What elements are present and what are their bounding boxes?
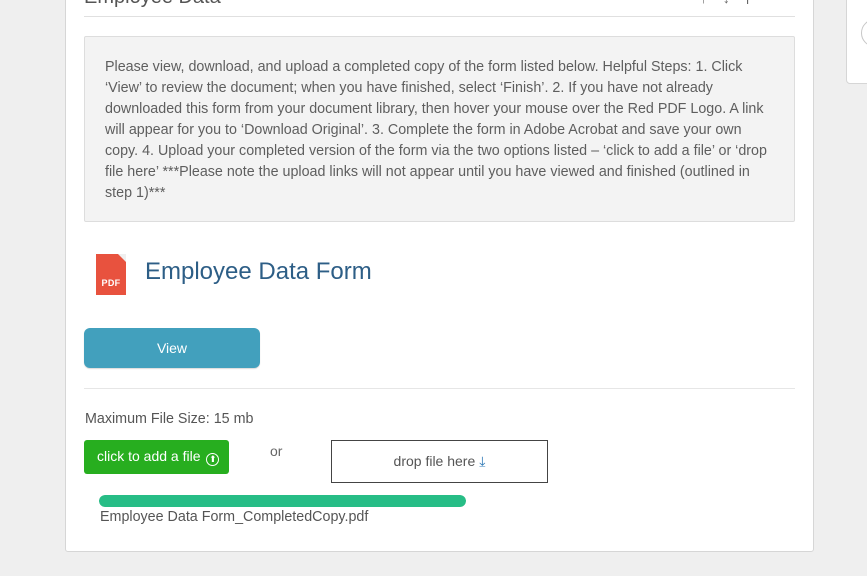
- form-title: Employee Data Form: [145, 258, 372, 285]
- section-divider: [84, 388, 795, 389]
- pdf-icon-label: PDF: [101, 278, 121, 288]
- download-icon: ⤓: [479, 453, 486, 469]
- pdf-icon[interactable]: PDF: [96, 254, 126, 295]
- section-title: Employee Data: [84, 0, 221, 9]
- instructions-box: Please view, download, and upload a comp…: [84, 36, 795, 222]
- header-divider: [84, 16, 795, 17]
- side-panel: [846, 0, 867, 84]
- instructions-text: Please view, download, and upload a comp…: [105, 59, 767, 201]
- add-file-label: click to add a file: [97, 448, 201, 464]
- header-controls[interactable]: ↑ ↓ |: [700, 0, 780, 4]
- side-toggle-icon[interactable]: [861, 19, 867, 47]
- max-file-size-label: Maximum File Size: 15 mb: [85, 411, 254, 427]
- upload-circle-icon: ⬆: [206, 453, 220, 466]
- add-file-button[interactable]: click to add a file ⬆: [84, 440, 229, 474]
- uploaded-file-name[interactable]: Employee Data Form_CompletedCopy.pdf: [100, 509, 368, 525]
- upload-progress-bar: [99, 495, 466, 507]
- drop-label: drop file here: [393, 453, 476, 469]
- view-button[interactable]: View: [84, 328, 260, 368]
- upload-progress-fill: [99, 495, 466, 507]
- or-label: or: [270, 443, 283, 459]
- drop-zone[interactable]: drop file here ⤓: [331, 440, 548, 483]
